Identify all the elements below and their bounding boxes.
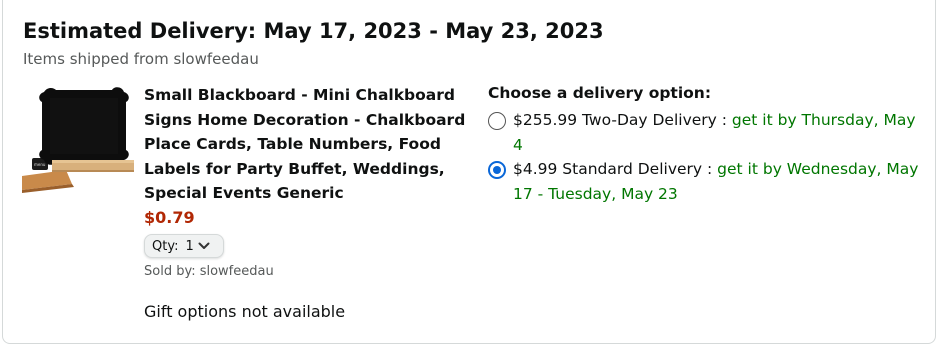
product-image[interactable]: menu <box>22 84 134 194</box>
product-price: $0.79 <box>144 208 195 227</box>
quantity-dropdown[interactable]: Qty: 1 <box>144 234 224 258</box>
gift-options-text: Gift options not available <box>144 302 346 321</box>
delivery-options-heading: Choose a delivery option: <box>488 84 712 102</box>
shipped-from-text: Items shipped from slowfeedau <box>23 50 259 68</box>
delivery-option-label: $255.99 Two-Day Delivery : get it by Thu… <box>513 108 928 157</box>
radio-standard[interactable] <box>488 161 506 179</box>
option-price-label: $4.99 Standard Delivery : <box>513 160 718 178</box>
qty-label: Qty: <box>152 238 179 254</box>
delivery-option-label: $4.99 Standard Delivery : get it by Wedn… <box>513 157 928 206</box>
estimated-delivery-title: Estimated Delivery: May 17, 2023 - May 2… <box>23 19 604 43</box>
product-title[interactable]: Small Blackboard - Mini Chalkboard Signs… <box>144 83 474 206</box>
radio-two-day[interactable] <box>488 112 506 130</box>
delivery-option-two-day[interactable]: $255.99 Two-Day Delivery : get it by Thu… <box>488 108 928 157</box>
option-price-label: $255.99 Two-Day Delivery : <box>513 111 732 129</box>
sold-by-text: Sold by: slowfeedau <box>144 264 274 279</box>
svg-text:menu: menu <box>34 162 46 167</box>
qty-value: 1 <box>185 238 194 254</box>
delivery-option-standard[interactable]: $4.99 Standard Delivery : get it by Wedn… <box>488 157 928 206</box>
chevron-down-icon <box>198 241 210 251</box>
